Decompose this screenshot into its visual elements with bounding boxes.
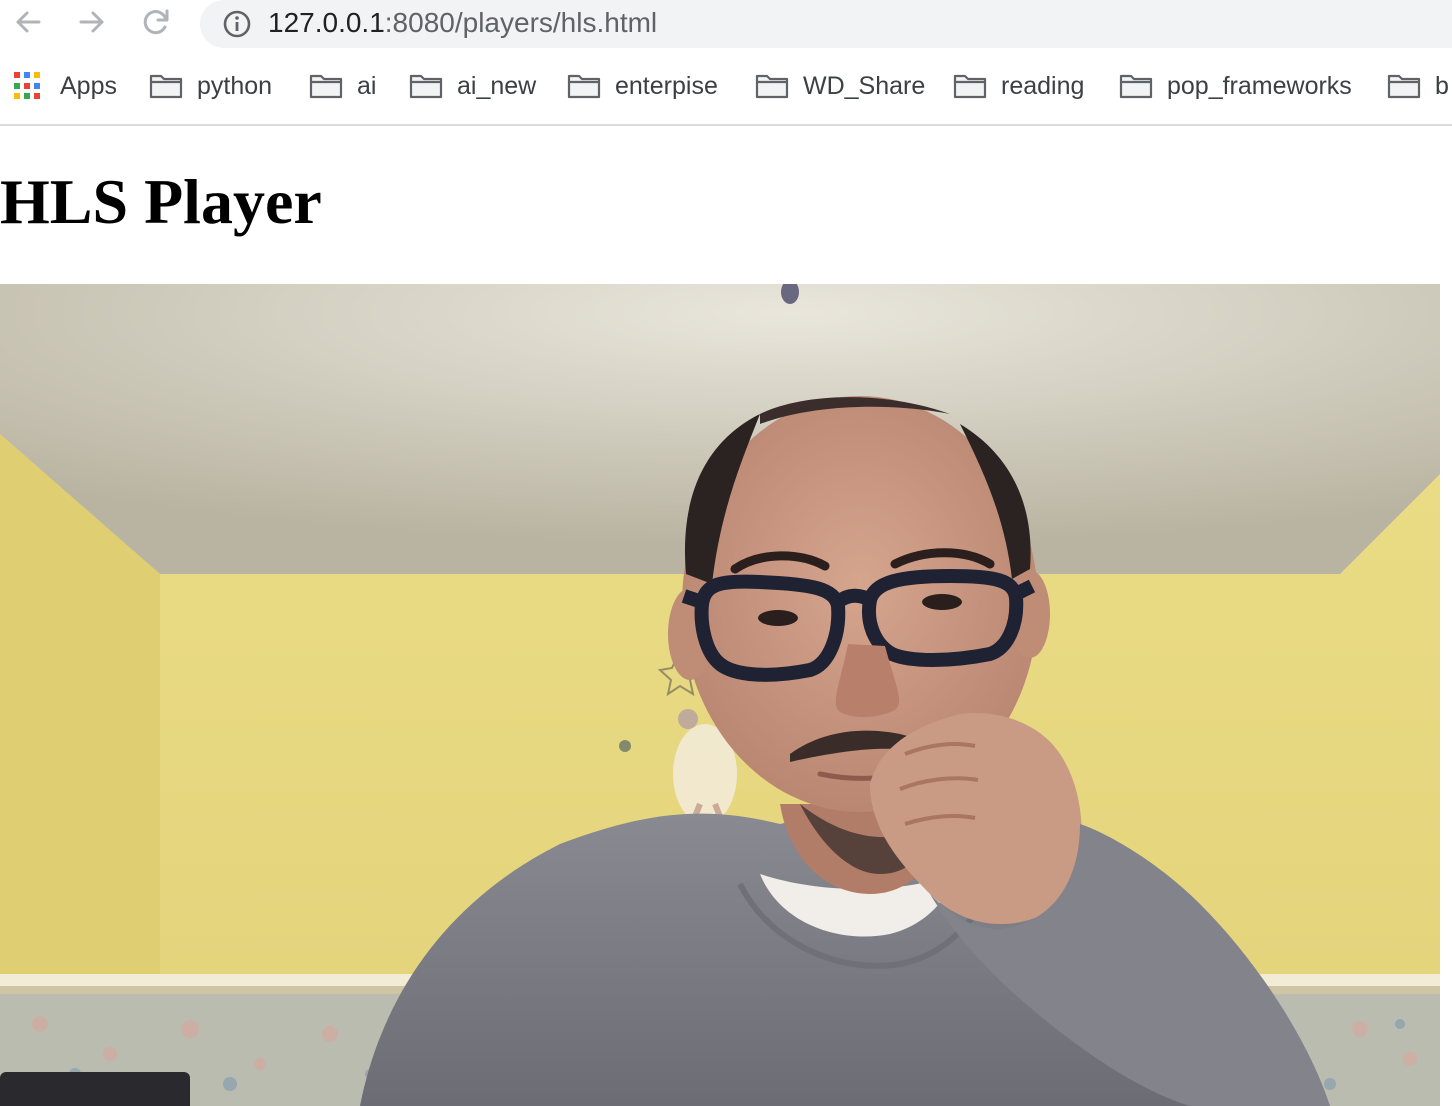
folder-icon <box>1387 74 1421 99</box>
forward-button[interactable] <box>74 4 110 40</box>
bookmark-label: pop_frameworks <box>1167 71 1352 100</box>
folder-icon <box>149 74 183 99</box>
hls-video-player[interactable] <box>0 284 1440 1106</box>
back-button[interactable] <box>10 4 46 40</box>
url-host: 127.0.0.1 <box>268 7 385 38</box>
bookmark-label: b <box>1435 71 1449 100</box>
address-bar[interactable]: 127.0.0.1:8080/players/hls.html <box>200 0 1452 48</box>
bookmark-wd-share[interactable]: WD_Share <box>755 62 925 110</box>
bookmark-b[interactable]: b <box>1387 62 1449 110</box>
folder-icon <box>953 74 987 99</box>
video-frame <box>0 284 1440 1106</box>
bookmark-apps[interactable]: Apps <box>14 62 117 110</box>
bookmark-label: python <box>197 71 273 100</box>
bookmark-python[interactable]: python <box>149 62 272 110</box>
forward-arrow-icon <box>79 11 104 33</box>
bookmark-label: WD_Share <box>803 71 926 100</box>
bookmark-label: Apps <box>60 71 117 100</box>
url-text[interactable]: 127.0.0.1:8080/players/hls.html <box>268 5 657 41</box>
apps-grid-icon <box>14 72 42 100</box>
browser-toolbar: 127.0.0.1:8080/players/hls.html Apps pyt… <box>0 0 1452 126</box>
reload-button[interactable] <box>138 4 174 40</box>
folder-icon <box>309 74 343 99</box>
folder-icon <box>755 74 789 99</box>
folder-icon <box>1119 74 1153 99</box>
page-title: HLS Player <box>0 166 322 237</box>
site-info-icon[interactable] <box>222 9 252 39</box>
bookmark-pop-frameworks[interactable]: pop_frameworks <box>1119 62 1352 110</box>
bookmark-ai[interactable]: ai <box>309 62 376 110</box>
bookmark-enterpise[interactable]: enterpise <box>567 62 718 110</box>
reload-icon <box>143 9 169 35</box>
bookmark-ai-new[interactable]: ai_new <box>409 62 536 110</box>
bookmarks-bar: Apps python ai ai_new enterpise WD_Share… <box>0 62 1452 112</box>
bookmark-reading[interactable]: reading <box>953 62 1084 110</box>
folder-icon <box>409 74 443 99</box>
bookmark-label: reading <box>1001 71 1085 100</box>
bookmark-label: ai <box>357 71 377 100</box>
folder-icon <box>567 74 601 99</box>
url-path: :8080/players/hls.html <box>384 7 658 38</box>
bookmark-label: ai_new <box>457 71 537 100</box>
bookmark-label: enterpise <box>615 71 718 100</box>
back-arrow-icon <box>16 11 41 33</box>
